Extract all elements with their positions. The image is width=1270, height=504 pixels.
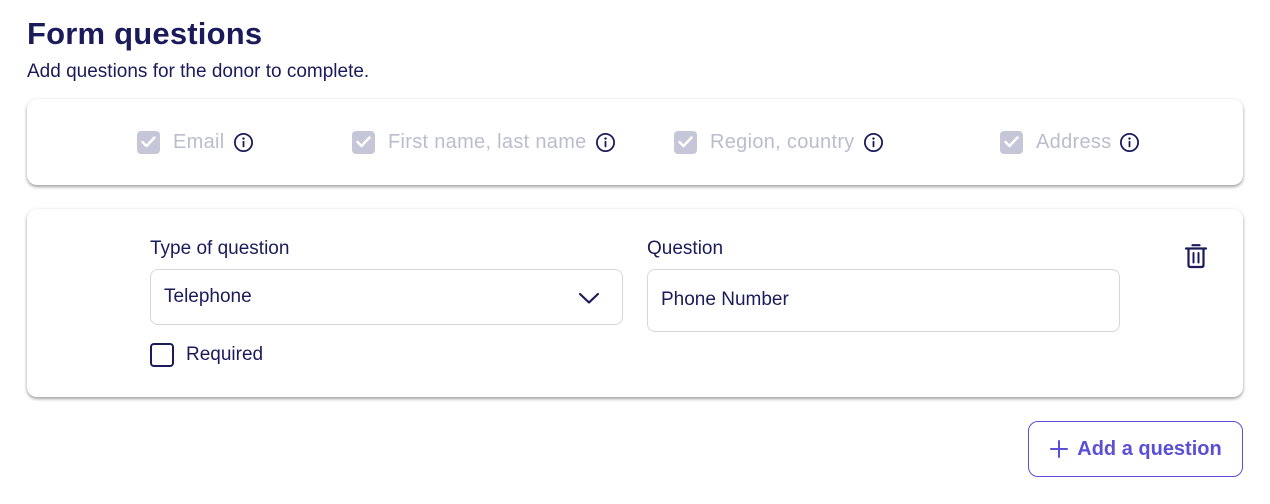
checkmark-icon <box>678 136 693 148</box>
page-title: Form questions <box>27 16 263 51</box>
address-label: Address <box>1036 130 1112 153</box>
default-field-name: First name, last name <box>352 129 616 155</box>
plus-icon <box>1050 440 1069 458</box>
region-checkbox <box>674 130 697 154</box>
region-label: Region, country <box>710 130 855 153</box>
add-question-label: Add a question <box>1077 437 1222 460</box>
checkmark-icon <box>356 136 371 148</box>
question-text-label: Question <box>647 238 724 259</box>
required-checkbox[interactable] <box>150 343 174 367</box>
add-question-button[interactable]: Add a question <box>1028 421 1243 477</box>
default-fields-card: Email First name, last name Region, coun… <box>27 99 1243 185</box>
info-icon[interactable] <box>1119 132 1140 153</box>
question-type-select[interactable]: Telephone <box>150 269 623 325</box>
default-field-region: Region, country <box>674 129 884 155</box>
name-label: First name, last name <box>388 130 587 153</box>
checkmark-icon <box>141 136 156 148</box>
name-checkbox <box>352 130 375 154</box>
question-text-input[interactable]: Phone Number <box>647 269 1120 332</box>
email-checkbox <box>137 130 160 154</box>
email-label: Email <box>173 130 225 153</box>
default-field-email: Email <box>137 129 254 155</box>
info-icon[interactable] <box>863 132 884 153</box>
question-text-value: Phone Number <box>661 289 789 310</box>
trash-icon[interactable] <box>1184 242 1208 269</box>
page-subtitle: Add questions for the donor to complete. <box>27 61 370 82</box>
required-label: Required <box>186 344 264 365</box>
chevron-down-icon <box>578 292 600 304</box>
default-field-address: Address <box>1000 129 1140 155</box>
address-checkbox <box>1000 130 1023 154</box>
question-type-value: Telephone <box>164 286 252 307</box>
question-type-label: Type of question <box>150 238 290 259</box>
info-icon[interactable] <box>595 132 616 153</box>
info-icon[interactable] <box>233 132 254 153</box>
checkmark-icon <box>1004 136 1019 148</box>
